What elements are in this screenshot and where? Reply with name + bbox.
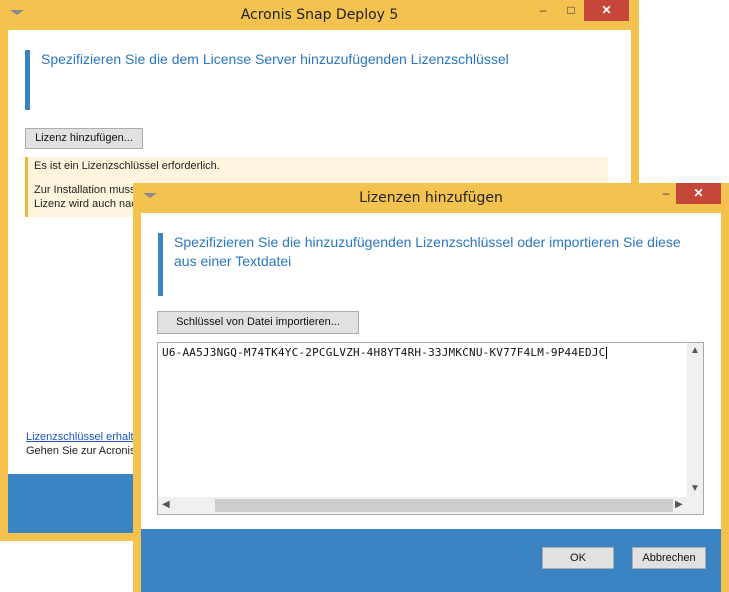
warning-line-3: Lizenz wird auch nac [34, 198, 137, 210]
dialog-heading: Spezifizieren Sie die hinzuzufügenden Li… [174, 234, 681, 269]
dialog-title: Lizenzen hinzufügen [359, 190, 503, 206]
warning-line-1: Es ist ein Lizenzschlüssel erforderlich. [34, 160, 220, 172]
ok-button[interactable]: OK [542, 547, 614, 569]
cancel-button[interactable]: Abbrechen [632, 547, 706, 569]
heading-accent-bar [25, 50, 30, 110]
license-key-textarea[interactable]: U6-AA5J3NGQ-M74TK4YC-2PCGLVZH-4H8YT4RH-3… [157, 342, 704, 515]
dialog-footer: OK Abbrechen [141, 529, 721, 592]
import-from-file-button[interactable]: Schlüssel von Datei importieren... [157, 311, 359, 334]
dialog-content: Spezifizieren Sie die hinzuzufügenden Li… [141, 213, 721, 529]
add-license-button[interactable]: Lizenz hinzufügen... [25, 128, 143, 149]
dialog-close-button[interactable]: ✕ [676, 183, 721, 204]
scroll-up-icon[interactable]: ▲ [690, 345, 700, 356]
minimize-button[interactable]: – [530, 0, 556, 21]
close-button[interactable]: ✕ [584, 0, 629, 21]
license-key-text: U6-AA5J3NGQ-M74TK4YC-2PCGLVZH-4H8YT4RH-3… [162, 346, 608, 359]
scroll-down-icon[interactable]: ▼ [690, 483, 700, 494]
vertical-scrollbar[interactable]: ▲ ▼ [687, 343, 703, 497]
page-heading: Spezifizieren Sie die dem License Server… [41, 51, 509, 67]
scroll-left-icon[interactable]: ◀ [162, 499, 170, 510]
text-caret [606, 347, 608, 359]
maximize-button[interactable]: □ [558, 0, 584, 21]
scroll-right-icon[interactable]: ▶ [675, 499, 683, 510]
horizontal-scroll-thumb[interactable] [215, 499, 673, 512]
horizontal-scrollbar[interactable]: ◀ ▶ [158, 497, 687, 514]
dialog-titlebar[interactable]: Lizenzen hinzufügen – ✕ [133, 183, 729, 213]
goto-acronis-text: Gehen Sie zur Acronis- [26, 445, 140, 457]
get-license-key-link[interactable]: Lizenzschlüssel erhalte [26, 431, 140, 443]
scrollbar-corner [687, 497, 703, 514]
warning-line-2: Zur Installation muss [34, 184, 136, 196]
main-window-titlebar[interactable]: Acronis Snap Deploy 5 – □ ✕ [0, 0, 639, 30]
add-licenses-dialog: Lizenzen hinzufügen – ✕ Spezifizieren Si… [133, 183, 729, 592]
dialog-heading-accent-bar [158, 233, 163, 296]
